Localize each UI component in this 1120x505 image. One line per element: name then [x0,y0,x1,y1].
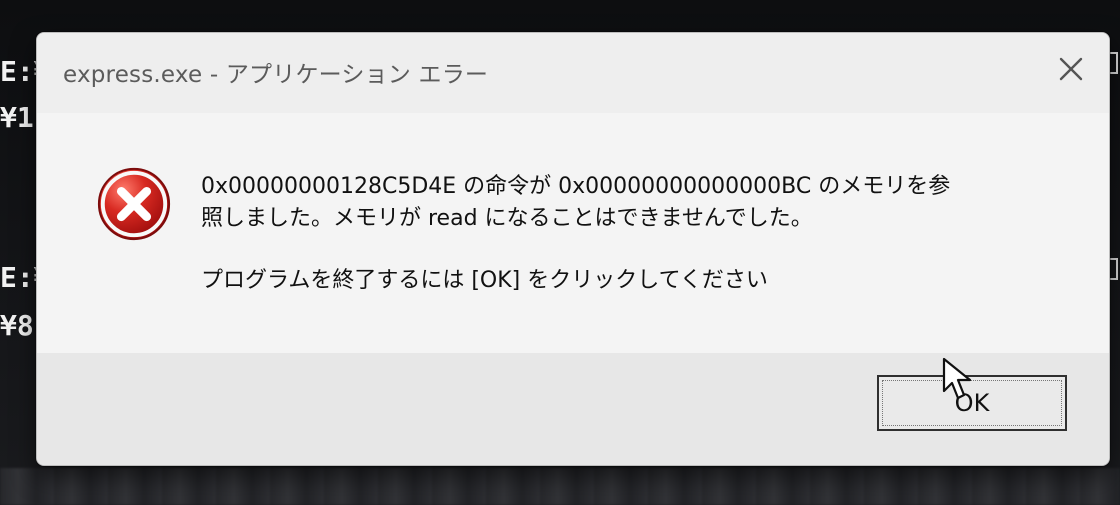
taskbar-area [0,468,1120,505]
console-text-fragment: ¥8 [0,309,34,342]
error-message-instruction: プログラムを終了するには [OK] をクリックしてください [201,268,768,293]
error-message: 0x00000000128C5D4E の命令が 0x00000000000000… [201,171,1081,297]
close-icon [1059,57,1083,81]
mouse-cursor-icon [942,357,972,400]
dialog-title: express.exe - アプリケーション エラー [63,62,489,88]
console-text-fragment: ¥1 [0,101,34,134]
error-message-line: 0x00000000128C5D4E の命令が 0x00000000000000… [201,174,951,199]
dialog-titlebar: express.exe - アプリケーション エラー [37,33,1109,113]
close-button[interactable] [1053,51,1089,87]
dialog-content: 0x00000000128C5D4E の命令が 0x00000000000000… [37,113,1109,353]
error-message-line: 照しました。メモリが read になることはできませんでした。 [201,206,813,231]
error-x-icon [97,167,171,241]
